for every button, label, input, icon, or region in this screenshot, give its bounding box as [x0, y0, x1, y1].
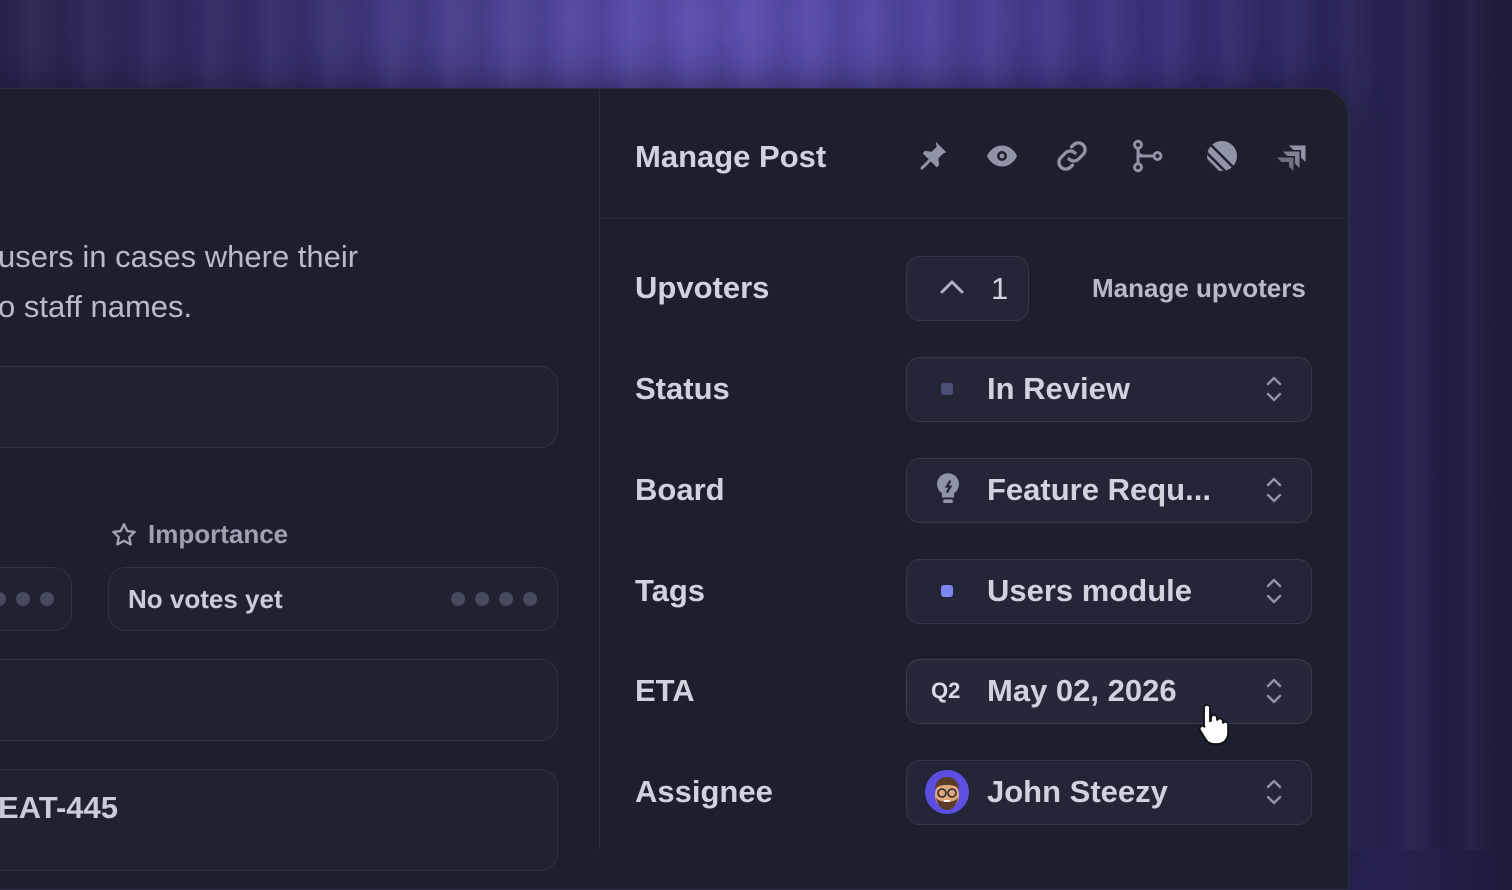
- header-divider: [600, 218, 1347, 219]
- pin-icon[interactable]: [914, 138, 950, 174]
- chevron-updown-icon: [1266, 376, 1282, 402]
- upvote-button[interactable]: 1: [906, 256, 1029, 321]
- importance-label: Importance: [110, 519, 288, 550]
- eta-label: ETA: [635, 673, 695, 708]
- importance-value: No votes yet: [128, 584, 283, 614]
- jira-icon[interactable]: [1274, 138, 1310, 174]
- board-value: Feature Requ...: [987, 472, 1211, 507]
- tag-dot: [941, 585, 953, 597]
- panel-title: Manage Post: [635, 139, 827, 174]
- git-branch-icon[interactable]: [1129, 138, 1165, 174]
- chevron-updown-icon: [1266, 578, 1282, 604]
- lightbulb-icon: [937, 473, 959, 503]
- board-label: Board: [635, 472, 725, 507]
- board-select[interactable]: Feature Requ...: [906, 458, 1312, 523]
- assignee-label: Assignee: [635, 774, 773, 809]
- status-dot: [941, 383, 953, 395]
- panel-divider: [599, 88, 600, 850]
- linear-icon[interactable]: [1204, 138, 1240, 174]
- upvoters-label: Upvoters: [635, 270, 770, 305]
- upvote-count: 1: [991, 271, 1009, 306]
- chevron-updown-icon: [1266, 477, 1282, 503]
- eye-icon[interactable]: [984, 138, 1020, 174]
- priority-dots: [0, 592, 54, 606]
- link-icon[interactable]: [1054, 138, 1090, 174]
- eta-select[interactable]: Q2 May 02, 2026: [906, 659, 1312, 724]
- issue-key: EAT-445: [0, 790, 119, 825]
- status-select[interactable]: In Review: [906, 357, 1312, 422]
- field-box[interactable]: [0, 659, 558, 741]
- hand-cursor-icon: [1198, 704, 1229, 745]
- comment-box[interactable]: [0, 366, 558, 448]
- eta-value: May 02, 2026: [987, 673, 1177, 708]
- assignee-value: John Steezy: [987, 774, 1168, 809]
- manage-upvoters-link[interactable]: Manage upvoters: [1092, 273, 1306, 304]
- importance-dots: [451, 592, 537, 606]
- tags-label: Tags: [635, 573, 706, 608]
- status-label: Status: [635, 371, 730, 406]
- assignee-select[interactable]: John Steezy: [906, 760, 1312, 825]
- chevron-up-icon: [940, 280, 964, 294]
- post-description: users in cases where their o staff names…: [0, 239, 359, 324]
- status-value: In Review: [987, 371, 1130, 406]
- chevron-updown-icon: [1266, 678, 1282, 704]
- tags-select[interactable]: Users module: [906, 559, 1312, 624]
- chevron-updown-icon: [1266, 779, 1282, 805]
- eta-quarter: Q2: [931, 678, 961, 703]
- memoji-avatar: [925, 770, 969, 814]
- tags-value: Users module: [987, 573, 1193, 608]
- star-icon: [112, 522, 136, 546]
